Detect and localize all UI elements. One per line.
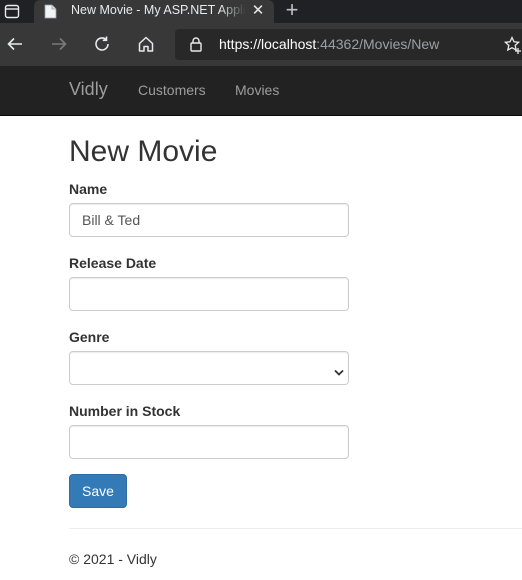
footer-divider — [69, 528, 522, 529]
genre-select[interactable] — [69, 351, 349, 385]
url-host: localhost — [261, 36, 317, 52]
chevron-down-icon — [334, 364, 344, 376]
new-tab-icon[interactable]: + — [281, 0, 303, 22]
save-button[interactable]: Save — [69, 474, 127, 508]
favorites-star-icon[interactable] — [503, 35, 522, 55]
back-arrow-icon[interactable] — [3, 32, 27, 56]
browser-tab[interactable]: New Movie - My ASP.NET Application ✕ — [34, 0, 274, 23]
tab-actions-icon[interactable] — [4, 4, 20, 19]
name-label: Name — [69, 181, 108, 197]
home-icon[interactable] — [134, 32, 158, 56]
page-title: New Movie — [69, 135, 218, 168]
navbar-brand[interactable]: Vidly — [69, 79, 108, 100]
number-in-stock-field[interactable] — [69, 425, 349, 459]
tab-title: New Movie - My ASP.NET Application — [71, 3, 246, 17]
address-bar[interactable]: https://localhost:44362/Movies/New — [175, 29, 522, 60]
url-scheme: https:// — [219, 36, 262, 52]
close-icon[interactable]: ✕ — [250, 2, 266, 20]
nav-link-movies[interactable]: Movies — [235, 82, 279, 98]
nav-link-customers[interactable]: Customers — [138, 82, 206, 98]
url-path: :44362/Movies/New — [316, 36, 440, 52]
stock-label: Number in Stock — [69, 403, 181, 419]
browser-tab-strip: New Movie - My ASP.NET Application ✕ + — [0, 0, 522, 23]
release-date-label: Release Date — [69, 255, 157, 271]
url-text[interactable]: https://localhost:44362/Movies/New — [219, 36, 439, 52]
footer-text: © 2021 - Vidly — [69, 551, 157, 567]
release-date-field[interactable] — [69, 277, 349, 311]
forward-arrow-icon[interactable] — [47, 32, 71, 56]
genre-label: Genre — [69, 329, 110, 345]
lock-icon[interactable] — [189, 36, 203, 52]
site-navbar: Vidly Customers Movies — [0, 66, 522, 116]
browser-toolbar: https://localhost:44362/Movies/New — [0, 23, 522, 66]
page-favicon — [44, 4, 57, 19]
name-field[interactable] — [69, 203, 349, 237]
refresh-icon[interactable] — [90, 32, 114, 56]
